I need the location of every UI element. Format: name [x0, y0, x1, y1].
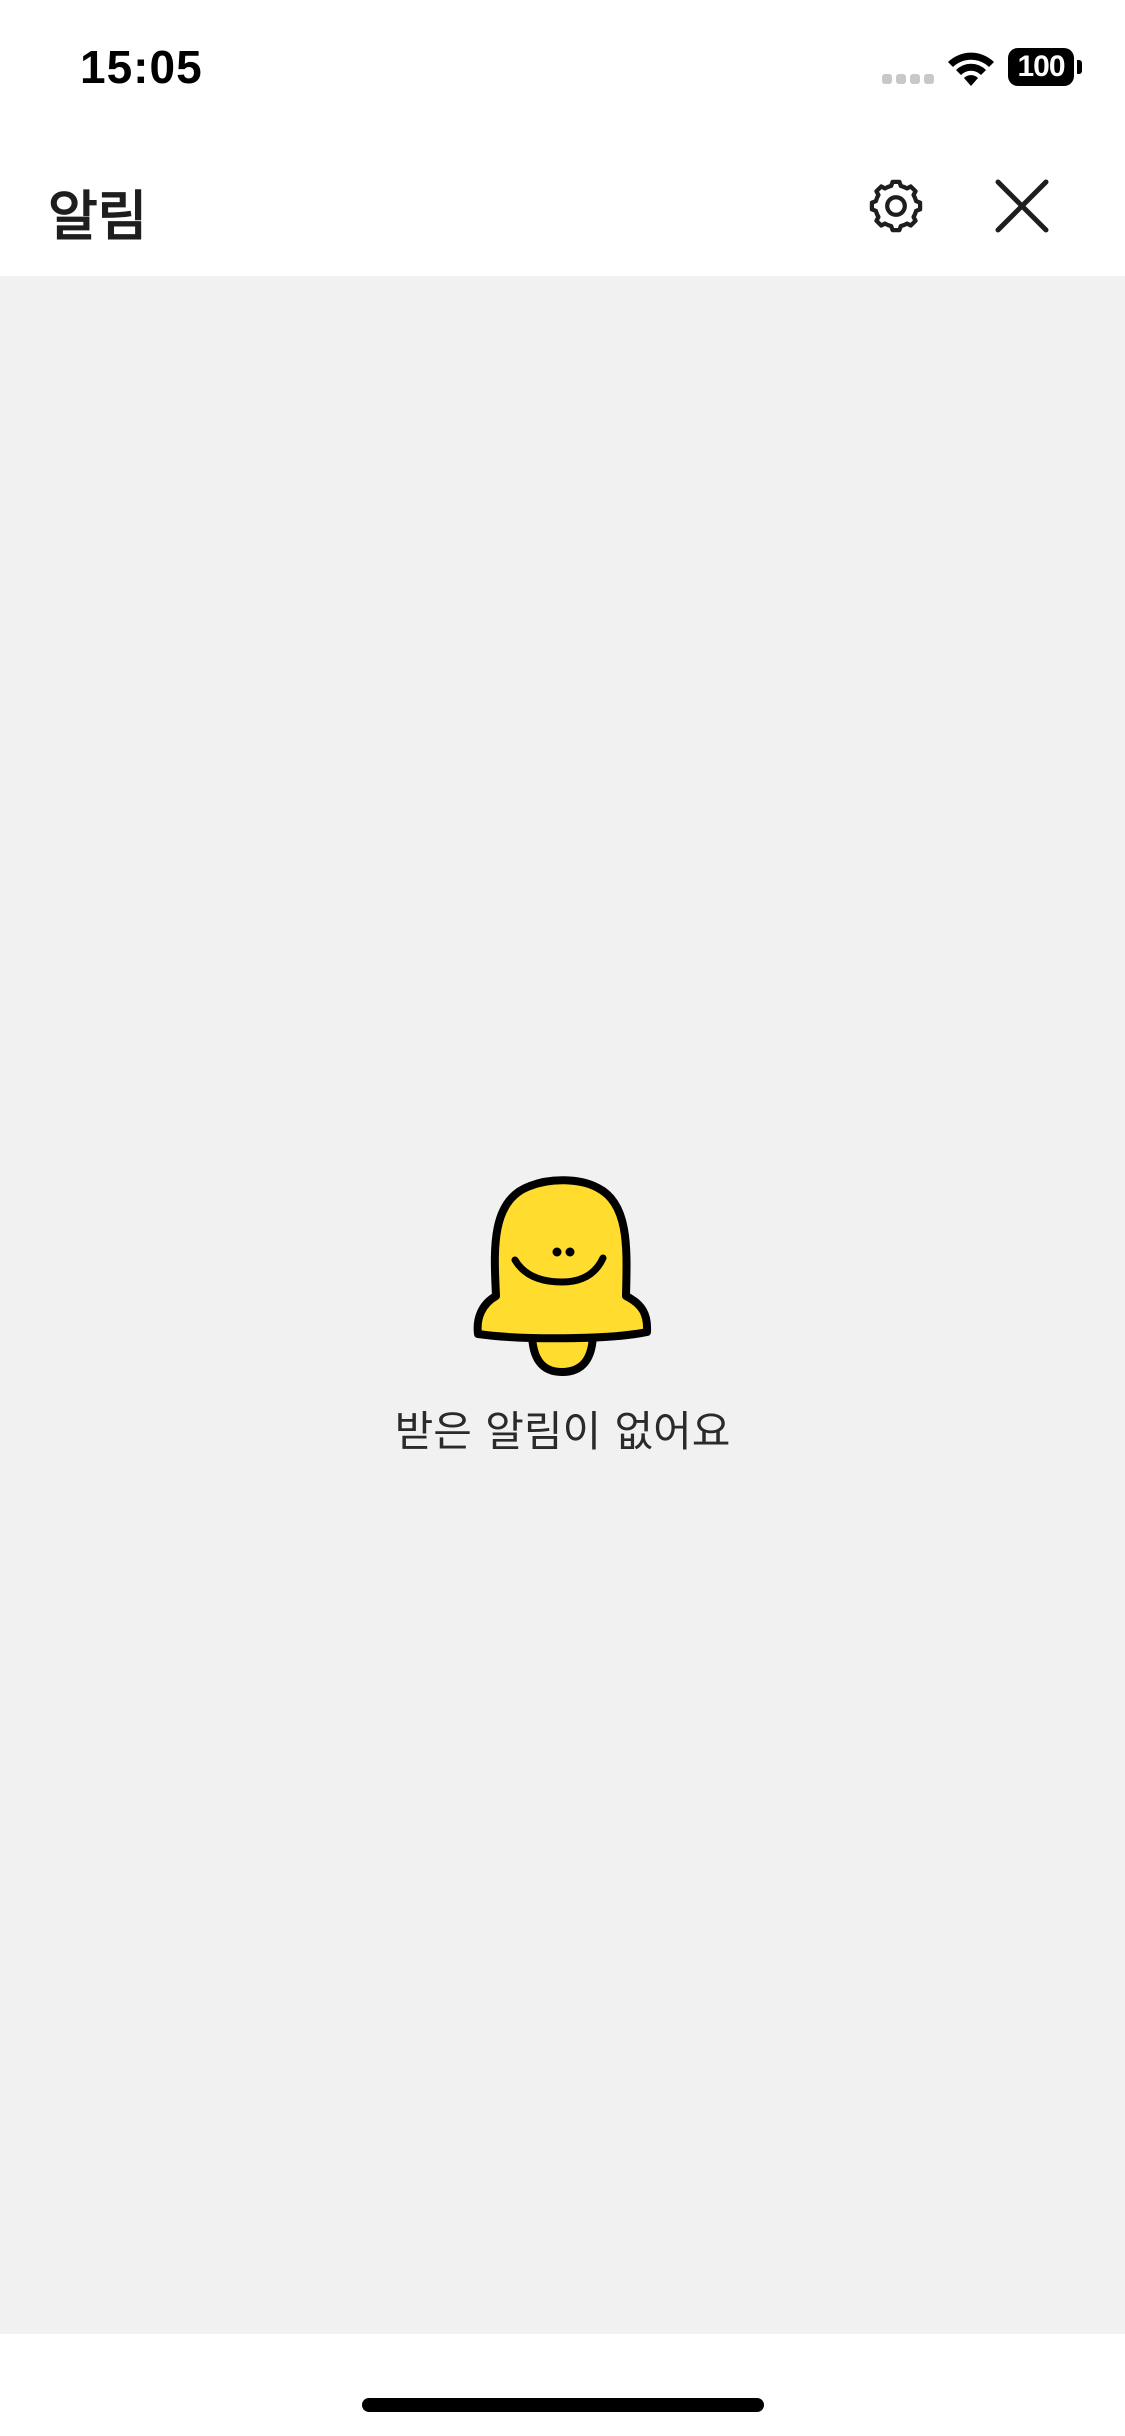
- status-bar: 15:05 100: [0, 0, 1125, 138]
- empty-state-message: 받은 알림이 없어요: [394, 1407, 731, 1456]
- page-title: 알림: [48, 185, 148, 248]
- close-button[interactable]: [984, 168, 1060, 244]
- settings-button[interactable]: [862, 172, 930, 240]
- notifications-screen: 15:05 100 알림 받은 알림이 없어요: [0, 0, 1125, 2436]
- gear-icon: [869, 179, 923, 233]
- status-time: 15:05: [80, 41, 203, 93]
- smiling-bell-icon: [473, 1176, 652, 1376]
- home-indicator[interactable]: [362, 2398, 764, 2412]
- battery-level: 100: [1008, 48, 1074, 86]
- notification-list-empty: 받은 알림이 없어요: [0, 276, 1125, 2334]
- battery-cap: [1077, 60, 1082, 74]
- wifi-icon: [948, 52, 994, 86]
- signal-icon: [882, 74, 936, 86]
- bottom-safe-area: [0, 2334, 1125, 2436]
- close-icon: [995, 179, 1049, 233]
- battery-icon: 100: [1008, 48, 1082, 88]
- header: 알림: [0, 138, 1125, 276]
